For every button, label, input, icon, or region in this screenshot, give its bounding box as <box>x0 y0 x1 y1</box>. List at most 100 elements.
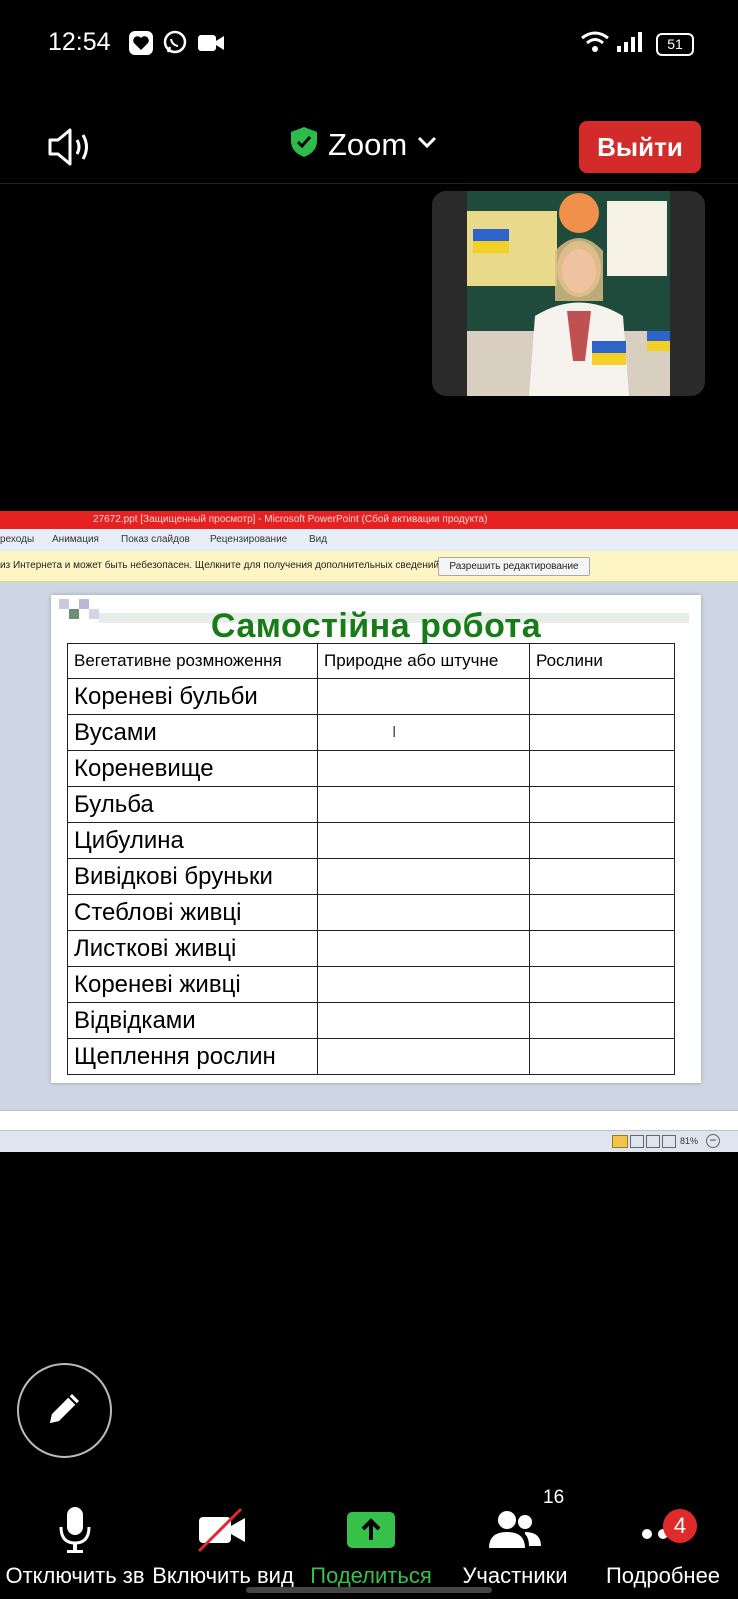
normal-view-icon[interactable] <box>612 1135 628 1148</box>
table-cell-empty <box>317 1002 530 1039</box>
ppt-title-bar: 27672.ppt [Защищенный просмотр] - Micros… <box>0 511 738 529</box>
table-row: Вивідкові бруньки <box>67 858 675 895</box>
slide-title: Самостійна робота <box>210 607 542 645</box>
more-button[interactable]: Подробнее <box>588 1500 738 1589</box>
table-cell: Вусами <box>67 714 318 751</box>
shield-check-icon <box>290 126 318 163</box>
notification-badge: 4 <box>663 1509 697 1543</box>
table-cell-empty <box>317 858 530 895</box>
table-cell: Вивідкові бруньки <box>67 858 318 895</box>
table-cell-empty <box>317 822 530 859</box>
table-cell: Кореневище <box>67 750 318 787</box>
shared-screen[interactable]: 27672.ppt [Защищенный просмотр] - Micros… <box>0 511 738 1152</box>
ribbon-tab[interactable]: Анимация <box>52 529 99 551</box>
table-row: Бульба <box>67 786 675 823</box>
table-cell: Кореневі живці <box>67 966 318 1003</box>
header-divider <box>0 183 738 184</box>
ribbon-tab[interactable]: Рецензирование <box>210 529 287 551</box>
ribbon-tab[interactable]: Показ слайдов <box>121 529 190 551</box>
home-indicator[interactable] <box>246 1587 492 1593</box>
battery-icon: 51 <box>656 33 694 56</box>
table-cell-empty <box>317 678 530 715</box>
table-cell-empty <box>529 894 675 931</box>
meeting-title: Zoom <box>328 126 408 162</box>
table-row: Щеплення рослин <box>67 1038 675 1075</box>
table-cell-empty <box>317 786 530 823</box>
mute-button[interactable]: Отключить зв <box>0 1500 150 1589</box>
table-row: Відвідками <box>67 1002 675 1039</box>
slide: Самостійна робота Вегетативне розмноженн… <box>51 595 701 1083</box>
participants-button[interactable]: Участники <box>440 1500 590 1589</box>
table-cell-empty <box>529 930 675 967</box>
more-label: Подробнее <box>605 1563 721 1588</box>
table-row: Вусами I <box>67 714 675 751</box>
table-cell: Відвідками <box>67 1002 318 1039</box>
table-cell: Цибулина <box>67 822 318 859</box>
table-cell: Листкові живці <box>67 930 318 967</box>
ribbon-tab[interactable]: реходы <box>0 529 34 551</box>
mute-label: Отключить зв <box>5 1563 145 1588</box>
table-cell-empty <box>529 714 675 751</box>
participants-icon <box>440 1500 590 1560</box>
table-row: Цибулина <box>67 822 675 859</box>
speaker-icon[interactable] <box>46 126 96 173</box>
table-cell: Кореневі бульби <box>67 678 318 715</box>
table-cell-empty <box>529 966 675 1003</box>
annotate-button[interactable] <box>17 1363 112 1458</box>
participant-video-tile[interactable] <box>432 191 705 396</box>
participants-count: 16 <box>543 1487 565 1508</box>
participant-video <box>467 191 670 396</box>
start-video-label: Включить вид <box>152 1563 294 1588</box>
table-header: Рослини <box>529 643 675 679</box>
slideshow-icon[interactable] <box>662 1135 676 1148</box>
table-header: Природне або штучне <box>317 643 530 679</box>
chevron-down-icon <box>417 135 437 154</box>
table-cell: Щеплення рослин <box>67 1038 318 1075</box>
zoom-out-icon[interactable]: − <box>706 1134 720 1148</box>
zoom-level: 81% <box>680 1136 699 1146</box>
enable-editing-button[interactable]: Разрешить редактирование <box>438 557 590 576</box>
share-screen-icon <box>296 1500 446 1560</box>
status-time: 12:54 <box>48 28 111 56</box>
reading-view-icon[interactable] <box>646 1135 660 1148</box>
table-row: Кореневище <box>67 750 675 787</box>
table-cell-empty <box>529 822 675 859</box>
start-video-button[interactable]: Включить вид <box>148 1500 298 1589</box>
protected-view-bar: из Интернета и может быть небезопасен. Щ… <box>0 551 738 582</box>
table-row: Кореневі живці <box>67 966 675 1003</box>
pencil-icon <box>44 1387 86 1434</box>
task-table: Вегетативне розмноження Природне або шту… <box>67 643 675 1075</box>
microphone-icon <box>0 1500 150 1560</box>
table-cell: Бульба <box>67 786 318 823</box>
protected-view-message: из Интернета и может быть небезопасен. Щ… <box>0 560 442 571</box>
table-row: Листкові живці <box>67 930 675 967</box>
ppt-notes-area <box>0 1110 738 1131</box>
heart-app-icon <box>128 30 154 61</box>
video-off-icon <box>148 1500 298 1560</box>
ppt-window-title: 27672.ppt [Защищенный просмотр] - Micros… <box>93 514 488 525</box>
table-cell-empty <box>317 966 530 1003</box>
share-label: Поделиться <box>310 1563 432 1588</box>
share-button[interactable]: Поделиться <box>296 1500 446 1589</box>
table-cell-empty <box>529 750 675 787</box>
table-cell-empty: I <box>317 714 530 751</box>
table-row: Кореневі бульби <box>67 678 675 715</box>
table-cell-empty <box>529 1038 675 1075</box>
viber-icon <box>162 30 188 61</box>
table-cell: Стеблові живці <box>67 894 318 931</box>
table-cell-empty <box>317 894 530 931</box>
meeting-title-dropdown[interactable]: Zoom <box>290 126 437 163</box>
table-cell-empty <box>317 930 530 967</box>
table-row: Стеблові живці <box>67 894 675 931</box>
ppt-ribbon-tabs: реходы Анимация Показ слайдов Рецензиров… <box>0 529 738 552</box>
ribbon-tab[interactable]: Вид <box>309 529 327 551</box>
table-cell-empty <box>317 1038 530 1075</box>
video-camera-status-icon <box>197 30 225 61</box>
slide-sorter-icon[interactable] <box>630 1135 644 1148</box>
table-header: Вегетативне розмноження <box>67 643 318 679</box>
table-cell-empty <box>529 786 675 823</box>
table-cell-empty <box>317 750 530 787</box>
ppt-status-bar: 81% − <box>0 1130 738 1152</box>
leave-button[interactable]: Выйти <box>579 121 701 173</box>
table-cell-empty <box>529 678 675 715</box>
